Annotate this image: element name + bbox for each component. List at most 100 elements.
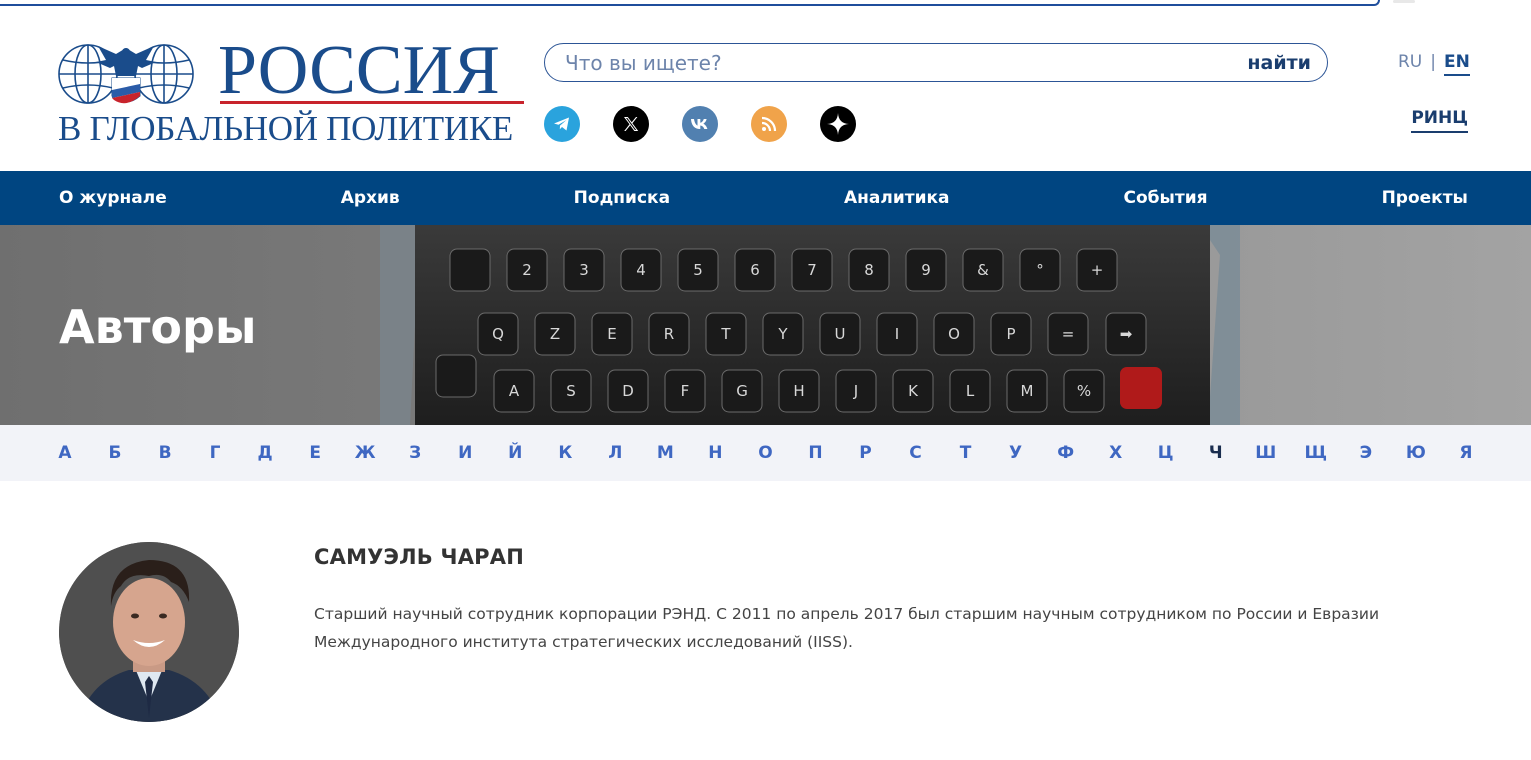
zen-link[interactable] xyxy=(820,106,856,142)
author-photo xyxy=(59,542,239,722)
author-avatar[interactable] xyxy=(59,542,239,722)
svg-text:&: & xyxy=(977,261,989,279)
typewriter-image: 2 3 4 5 6 7 8 9 & ° + Q Z E R T Y U I O P = ➡ A S D F G H J… xyxy=(380,225,1240,425)
lang-separator: | xyxy=(1430,52,1436,72)
svg-text:=: = xyxy=(1062,325,1075,343)
site-logo[interactable]: РОССИЯ В ГЛОБАЛЬНОЙ ПОЛИТИКЕ xyxy=(58,36,528,148)
alphabet-letter[interactable]: Ц xyxy=(1153,443,1179,463)
search-input[interactable] xyxy=(565,49,1205,77)
alphabet-letter[interactable]: Т xyxy=(953,443,979,463)
alphabet-letter[interactable]: Б xyxy=(102,443,128,463)
language-switcher: RU | EN xyxy=(1398,52,1470,76)
telegram-icon xyxy=(554,117,569,131)
svg-text:U: U xyxy=(835,325,846,343)
telegram-link[interactable] xyxy=(544,106,580,142)
rss-link[interactable] xyxy=(751,106,787,142)
alphabet-letter[interactable]: Ю xyxy=(1403,443,1429,463)
rinc-link[interactable]: РИНЦ xyxy=(1411,108,1468,133)
alphabet-letter[interactable]: Щ xyxy=(1303,443,1329,463)
alphabet-letter[interactable]: К xyxy=(552,443,578,463)
search-button[interactable]: найти xyxy=(1247,50,1311,76)
alphabet-letter[interactable]: Н xyxy=(702,443,728,463)
alphabet-letter[interactable]: З xyxy=(402,443,428,463)
svg-text:2: 2 xyxy=(522,261,532,279)
lang-en[interactable]: EN xyxy=(1444,52,1470,76)
svg-text:°: ° xyxy=(1036,261,1044,279)
alphabet-letter[interactable]: Г xyxy=(202,443,228,463)
logo-rule xyxy=(220,101,524,104)
alphabet-filter: АБВГДЕЖЗИЙКЛМНОПРСТУФХЦЧШЩЭЮЯ xyxy=(0,425,1531,481)
svg-text:%: % xyxy=(1077,382,1091,400)
svg-text:R: R xyxy=(664,325,674,343)
svg-text:➡: ➡ xyxy=(1120,325,1133,343)
nav-item-archive[interactable]: Архив xyxy=(341,188,400,208)
logo-title: РОССИЯ xyxy=(218,32,500,109)
svg-text:3: 3 xyxy=(579,261,589,279)
page: РОССИЯ В ГЛОБАЛЬНОЙ ПОЛИТИКЕ найти xyxy=(0,0,1531,760)
nav-item-analytics[interactable]: Аналитика xyxy=(844,188,950,208)
page-title: Авторы xyxy=(59,300,257,354)
site-header: РОССИЯ В ГЛОБАЛЬНОЙ ПОЛИТИКЕ найти xyxy=(0,0,1531,171)
hero-banner: 2 3 4 5 6 7 8 9 & ° + Q Z E R T Y U I O P = ➡ A S D F G H J… xyxy=(0,225,1531,425)
alphabet-letter[interactable]: Р xyxy=(853,443,879,463)
nav-item-subscription[interactable]: Подписка xyxy=(574,188,670,208)
alphabet-letter[interactable]: В xyxy=(152,443,178,463)
lang-ru[interactable]: RU xyxy=(1398,52,1422,72)
main-nav-list: О журнале Архив Подписка Аналитика Событ… xyxy=(59,171,1468,225)
rss-icon xyxy=(761,116,777,132)
author-card: САМУЭЛЬ ЧАРАП Старший научный сотрудник … xyxy=(0,481,1531,760)
svg-text:H: H xyxy=(793,382,804,400)
nav-item-projects[interactable]: Проекты xyxy=(1382,188,1468,208)
alphabet-letter[interactable]: П xyxy=(802,443,828,463)
author-bio: Старший научный сотрудник корпорации РЭН… xyxy=(314,605,1380,651)
x-icon xyxy=(624,117,639,131)
svg-text:K: K xyxy=(908,382,919,400)
svg-text:9: 9 xyxy=(921,261,931,279)
svg-text:L: L xyxy=(966,382,975,400)
svg-text:S: S xyxy=(566,382,576,400)
svg-text:Q: Q xyxy=(492,325,504,343)
svg-text:4: 4 xyxy=(636,261,646,279)
alphabet-letter[interactable]: Е xyxy=(302,443,328,463)
alphabet-letter[interactable]: Ж xyxy=(352,443,378,463)
alphabet-letter[interactable]: Э xyxy=(1353,443,1379,463)
alphabet-letter[interactable]: У xyxy=(1003,443,1029,463)
nav-item-about[interactable]: О журнале xyxy=(59,188,167,208)
svg-text:Z: Z xyxy=(550,325,560,343)
svg-text:G: G xyxy=(736,382,748,400)
alphabet-letter[interactable]: М xyxy=(652,443,678,463)
alphabet-letter[interactable]: А xyxy=(52,443,78,463)
main-nav: О журнале Архив Подписка Аналитика Событ… xyxy=(0,171,1531,225)
x-link[interactable] xyxy=(613,106,649,142)
alphabet-letter[interactable]: С xyxy=(903,443,929,463)
logo-subtitle: В ГЛОБАЛЬНОЙ ПОЛИТИКЕ xyxy=(58,109,513,148)
nav-item-events[interactable]: События xyxy=(1124,188,1208,208)
svg-text:P: P xyxy=(1006,325,1015,343)
alphabet-letter[interactable]: Я xyxy=(1453,443,1479,463)
alphabet-letter[interactable]: Ф xyxy=(1053,443,1079,463)
zen-icon xyxy=(827,113,849,135)
author-name: САМУЭЛЬ ЧАРАП xyxy=(314,545,524,569)
svg-text:D: D xyxy=(622,382,634,400)
svg-text:5: 5 xyxy=(693,261,703,279)
vk-icon xyxy=(691,119,708,129)
vk-link[interactable] xyxy=(682,106,718,142)
alphabet-letter[interactable]: Ш xyxy=(1253,443,1279,463)
alphabet-letter[interactable]: О xyxy=(752,443,778,463)
alphabet-letter[interactable]: И xyxy=(452,443,478,463)
svg-text:F: F xyxy=(681,382,690,400)
svg-text:I: I xyxy=(895,325,899,343)
alphabet-letter[interactable]: Ч xyxy=(1203,443,1229,463)
alphabet-letter[interactable]: Й xyxy=(502,443,528,463)
svg-text:T: T xyxy=(720,325,731,343)
alphabet-letter[interactable]: Д xyxy=(252,443,278,463)
alphabet-letter[interactable]: Х xyxy=(1103,443,1129,463)
svg-text:+: + xyxy=(1091,261,1104,279)
svg-text:A: A xyxy=(509,382,520,400)
alphabet-letters: АБВГДЕЖЗИЙКЛМНОПРСТУФХЦЧШЩЭЮЯ xyxy=(52,425,1479,481)
alphabet-letter[interactable]: Л xyxy=(602,443,628,463)
svg-text:J: J xyxy=(853,382,858,400)
svg-text:8: 8 xyxy=(864,261,874,279)
svg-text:Y: Y xyxy=(777,325,788,343)
svg-text:6: 6 xyxy=(750,261,760,279)
